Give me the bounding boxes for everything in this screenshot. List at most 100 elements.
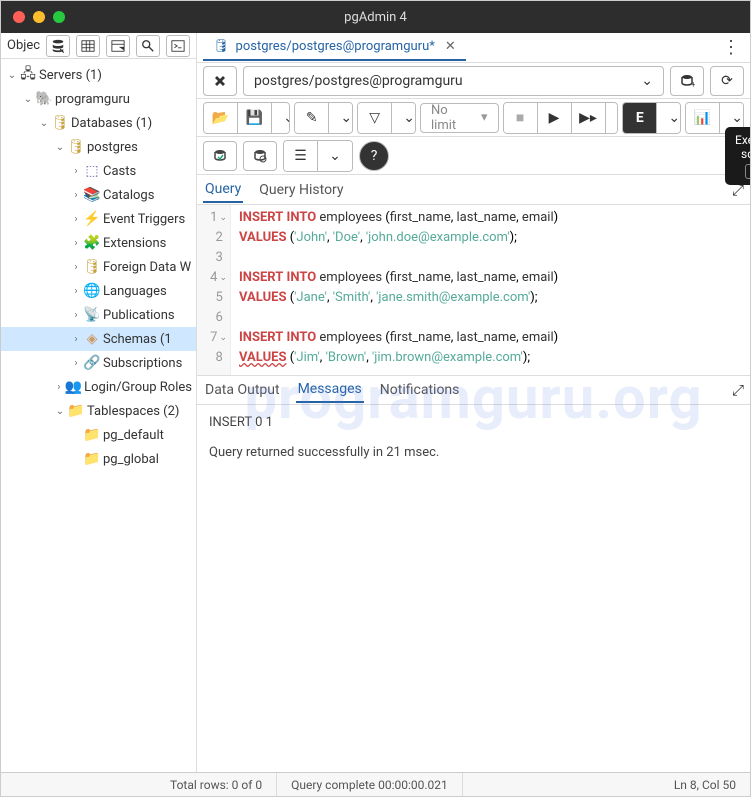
chevron-right-icon[interactable]: › <box>69 236 83 250</box>
chevron-down-icon[interactable]: ⌄ <box>53 404 67 418</box>
tree-publications[interactable]: ›📡Publications <box>1 303 196 327</box>
svg-text:+: + <box>691 80 695 89</box>
tree-extensions[interactable]: ›🧩Extensions <box>1 231 196 255</box>
tab-query[interactable]: Query <box>203 177 243 203</box>
query-tool-icon[interactable] <box>46 35 70 57</box>
filter-button[interactable]: ▽ <box>358 103 392 133</box>
connection-select[interactable]: postgres/postgres@programguru ⌄ <box>243 66 664 96</box>
tree-schemas[interactable]: ›◈Schemas (1 <box>1 327 196 351</box>
query-tab[interactable]: 🛢 postgres/postgres@programguru* ✕ <box>203 35 466 61</box>
languages-icon: 🌐 <box>83 283 101 299</box>
chevron-down-icon[interactable]: ⌄ <box>21 92 35 106</box>
connection-status-icon[interactable] <box>203 66 237 96</box>
stop-button[interactable]: ■ <box>504 103 538 133</box>
kebab-menu-icon[interactable]: ⋮ <box>718 37 744 58</box>
chevron-down-icon[interactable]: ⌄ <box>37 116 51 130</box>
tab-data-output[interactable]: Data Output <box>203 378 282 402</box>
statusbar: Total rows: 0 of 0 Query complete 00:00:… <box>1 772 750 796</box>
reset-layout-button[interactable]: ⟳ <box>710 66 744 96</box>
catalogs-icon: 📚 <box>83 187 101 203</box>
chevron-right-icon[interactable]: › <box>69 164 83 178</box>
code-area[interactable]: INSERT INTO employees (first_name, last_… <box>231 205 750 375</box>
macros-button[interactable]: 📊 <box>686 103 720 133</box>
tree-login-roles[interactable]: ›👥Login/Group Roles <box>1 375 196 399</box>
explain-analyze-button[interactable]: E <box>623 103 657 133</box>
scratchpad-dropdown[interactable]: ⌄ <box>318 141 352 171</box>
chevron-right-icon[interactable]: › <box>69 188 83 202</box>
tree-server[interactable]: ⌄🐘programguru <box>1 87 196 111</box>
execute-group: ■ ▶ ▶▸ ⌄ <box>503 102 619 134</box>
tree-catalogs[interactable]: ›📚Catalogs <box>1 183 196 207</box>
minimize-window-button[interactable] <box>33 11 45 23</box>
main: Objec ⌄🖧Servers (1) ⌄🐘programguru ⌄🛢Data… <box>1 33 750 772</box>
explain-button[interactable]: ▶▸ <box>572 103 606 133</box>
edit-button[interactable]: ✎ <box>295 103 329 133</box>
help-button[interactable]: ? <box>359 141 389 171</box>
execute-dropdown[interactable]: ⌄ <box>606 103 619 133</box>
search-icon[interactable] <box>136 35 160 57</box>
tab-messages[interactable]: Messages <box>296 377 364 403</box>
tree-casts[interactable]: ›⬚Casts <box>1 159 196 183</box>
sql-editor[interactable]: 1⌄2 3 4⌄5 6 7⌄8 INSERT INTO employees (f… <box>197 205 750 375</box>
publications-icon: 📡 <box>83 307 101 323</box>
chevron-right-icon[interactable]: › <box>69 212 83 226</box>
execute-button[interactable]: ▶ <box>538 103 572 133</box>
tree-databases[interactable]: ⌄🛢Databases (1) <box>1 111 196 135</box>
query-tabs: Query Query History ⤢ <box>197 175 750 205</box>
chevron-right-icon[interactable]: › <box>53 380 65 394</box>
chevron-right-icon[interactable]: › <box>69 260 83 274</box>
explain-options-dropdown[interactable]: ⌄ <box>657 103 681 133</box>
tree-pg-default[interactable]: 📁pg_default <box>1 423 196 447</box>
tabbar: 🛢 postgres/postgres@programguru* ✕ ⋮ <box>197 33 750 63</box>
filter-rows-icon[interactable] <box>106 35 130 57</box>
tree-subscriptions[interactable]: ›🔗Subscriptions <box>1 351 196 375</box>
tablespace-icon: 📁 <box>83 451 101 467</box>
view-data-icon[interactable] <box>76 35 100 57</box>
close-tab-icon[interactable]: ✕ <box>445 39 456 54</box>
close-window-button[interactable] <box>13 11 25 23</box>
tablespace-icon: 📁 <box>83 427 101 443</box>
edit-dropdown[interactable]: ⌄ <box>329 103 353 133</box>
tree-postgres[interactable]: ⌄🛢postgres <box>1 135 196 159</box>
chevron-right-icon[interactable]: › <box>69 332 83 346</box>
tree-tablespaces[interactable]: ⌄📁Tablespaces (2) <box>1 399 196 423</box>
tree-fdw[interactable]: ›🛢Foreign Data W <box>1 255 196 279</box>
message-line-2: Query returned successfully in 21 msec. <box>209 445 738 460</box>
tree-event-triggers[interactable]: ›⚡Event Triggers <box>1 207 196 231</box>
tab-query-history[interactable]: Query History <box>257 178 345 202</box>
chevron-down-icon: ⌄ <box>641 73 653 89</box>
psql-icon[interactable] <box>166 35 190 57</box>
chevron-right-icon[interactable]: › <box>69 308 83 322</box>
status-cursor: Ln 8, Col 50 <box>660 773 750 796</box>
rollback-button[interactable] <box>243 141 277 171</box>
expand-icon[interactable]: ⤢ <box>732 381 744 399</box>
open-file-button[interactable]: 📂 <box>204 103 238 133</box>
tree-pg-global[interactable]: 📁pg_global <box>1 447 196 471</box>
tree-languages[interactable]: ›🌐Languages <box>1 279 196 303</box>
filter-dropdown[interactable]: ⌄ <box>392 103 416 133</box>
explain-group: E ⌄ <box>622 102 681 134</box>
tooltip-text: Execute script <box>735 133 750 161</box>
chevron-right-icon[interactable]: › <box>69 284 83 298</box>
limit-select[interactable]: No limit ▾ <box>420 103 499 133</box>
tab-notifications[interactable]: Notifications <box>378 378 462 402</box>
toolbar-2: ☰ ⌄ ? <box>197 137 750 175</box>
save-dropdown[interactable]: ⌄ <box>272 103 290 133</box>
save-file-button[interactable]: 💾 <box>238 103 272 133</box>
status-rows: Total rows: 0 of 0 <box>156 773 277 796</box>
chevron-down-icon[interactable]: ⌄ <box>5 68 19 82</box>
connection-bar: postgres/postgres@programguru ⌄ + ⟳ <box>197 63 750 99</box>
new-connection-button[interactable]: + <box>670 66 704 96</box>
elephant-icon: 🐘 <box>35 91 53 107</box>
chevron-down-icon[interactable]: ⌄ <box>53 140 67 154</box>
scratchpad-button[interactable]: ☰ <box>284 141 318 171</box>
chevron-right-icon[interactable]: › <box>69 356 83 370</box>
commit-button[interactable] <box>203 141 237 171</box>
maximize-window-button[interactable] <box>53 11 65 23</box>
message-line-1: INSERT 0 1 <box>209 415 738 430</box>
database-icon: 🛢 <box>67 139 85 155</box>
execute-tooltip: Execute script F5 <box>725 127 750 185</box>
toolbar: 📂 💾 ⌄ ✎ ⌄ ▽ ⌄ No limit ▾ ■ ▶ ▶▸ ⌄ <box>197 99 750 137</box>
tree-servers[interactable]: ⌄🖧Servers (1) <box>1 63 196 87</box>
limit-label: No limit <box>431 103 465 133</box>
